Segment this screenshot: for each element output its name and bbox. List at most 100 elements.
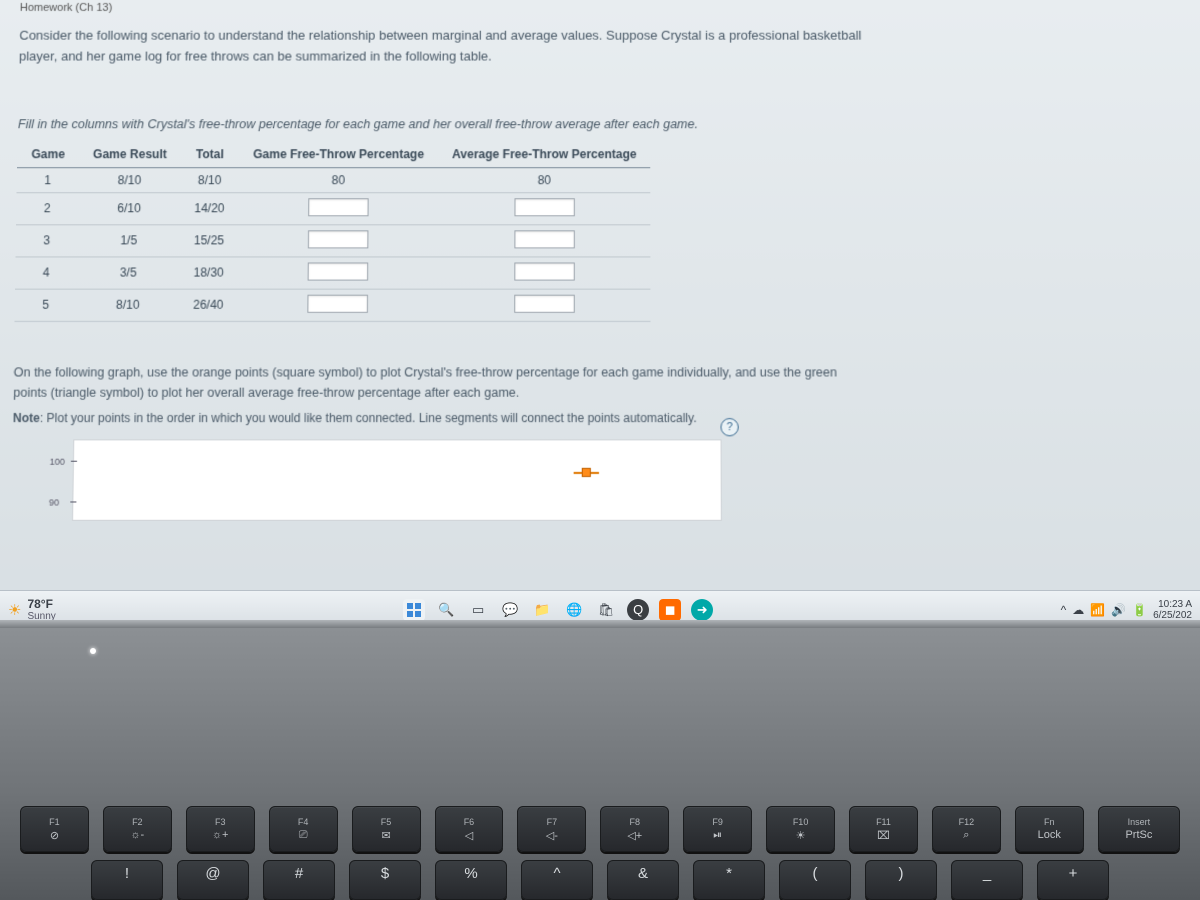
- col-game: Game: [17, 141, 79, 167]
- input-avg-pct-2[interactable]: [514, 198, 574, 216]
- key-f2[interactable]: F2☼-: [103, 806, 172, 852]
- col-result: Game Result: [79, 141, 181, 167]
- key-3[interactable]: #: [263, 860, 335, 900]
- plot-canvas[interactable]: ? 100 90: [72, 439, 722, 520]
- graph-instruction-line-2: points (triangle symbol) to plot her ove…: [13, 385, 519, 399]
- graph-instruction: On the following graph, use the orange p…: [13, 362, 1187, 403]
- battery-icon[interactable]: 🔋: [1132, 603, 1147, 617]
- table-header-row: Game Game Result Total Game Free-Throw P…: [17, 141, 651, 167]
- table-row: 3 1/5 15/25: [16, 224, 651, 256]
- volume-up-icon: ◁+: [627, 829, 642, 842]
- cell-game: 3: [16, 224, 78, 256]
- key-fn-lock[interactable]: FnLock: [1015, 806, 1084, 852]
- key-f5[interactable]: F5✉: [352, 806, 421, 852]
- input-game-pct-3[interactable]: [308, 230, 369, 248]
- key-equals[interactable]: +: [1037, 860, 1109, 900]
- note-label: Note: [13, 411, 40, 425]
- task-view-button[interactable]: ▭: [467, 599, 489, 621]
- col-avg-pct: Average Free-Throw Percentage: [438, 141, 651, 167]
- key-8[interactable]: *: [693, 860, 765, 900]
- graph-instruction-line-1: On the following graph, use the orange p…: [14, 365, 837, 379]
- play-pause-icon: ⏯: [713, 829, 722, 842]
- input-avg-pct-4[interactable]: [514, 262, 575, 280]
- intro-line-1: Consider the following scenario to under…: [19, 28, 861, 43]
- input-game-pct-5[interactable]: [307, 294, 368, 312]
- key-f1[interactable]: F1⊘: [20, 806, 89, 852]
- mute-icon: ◁: [465, 829, 473, 842]
- taskbar-clock[interactable]: 10:23 A 6/25/202: [1153, 599, 1192, 621]
- app-button-teal[interactable]: ➜: [691, 599, 713, 621]
- volume-down-icon: ◁-: [546, 829, 558, 842]
- key-7[interactable]: &: [607, 860, 679, 900]
- key-f9[interactable]: F9⏯: [683, 806, 752, 852]
- task-view-icon: ▭: [472, 602, 484, 618]
- orange-square-point-tool[interactable]: [573, 468, 599, 476]
- y-tick-mark: [70, 501, 76, 502]
- key-1[interactable]: !: [91, 860, 163, 900]
- volume-icon[interactable]: 🔊: [1111, 603, 1126, 617]
- app-button-o[interactable]: ◼: [659, 599, 681, 621]
- windows-icon: [406, 602, 422, 618]
- input-avg-pct-3[interactable]: [514, 230, 574, 248]
- cell-total: 26/40: [179, 289, 238, 321]
- taskbar-center: 🔍 ▭ 💬 📁 🌐 🛍 Q ◼ ➜: [56, 599, 1061, 621]
- key-minus[interactable]: _: [951, 860, 1023, 900]
- keyboard-light-icon: ☀: [796, 829, 806, 842]
- cell-game-pct: 80: [239, 167, 438, 192]
- store-icon: 🛍: [598, 602, 615, 618]
- key-6[interactable]: ^: [521, 860, 593, 900]
- help-icon[interactable]: ?: [720, 418, 738, 436]
- input-game-pct-2[interactable]: [308, 198, 369, 216]
- cell-total: 18/30: [179, 257, 238, 289]
- folder-icon: 📁: [534, 602, 550, 618]
- key-f3[interactable]: F3☼+: [186, 806, 255, 852]
- note-text: : Plot your points in the order in which…: [40, 411, 697, 425]
- letter-icon: Q: [633, 602, 643, 617]
- key-insert-prtsc[interactable]: InsertPrtSc: [1098, 806, 1180, 852]
- key-9[interactable]: (: [779, 860, 851, 900]
- store-button[interactable]: 🛍: [595, 599, 617, 621]
- key-f8[interactable]: F8◁+: [600, 806, 669, 852]
- chevron-up-icon[interactable]: ^: [1061, 603, 1067, 617]
- wifi-icon[interactable]: 📶: [1090, 603, 1105, 617]
- key-f11[interactable]: F11⌧: [849, 806, 918, 852]
- file-explorer-button[interactable]: 📁: [531, 599, 553, 621]
- col-game-pct: Game Free-Throw Percentage: [239, 141, 438, 167]
- key-0[interactable]: ): [865, 860, 937, 900]
- key-f4[interactable]: F4⎚: [269, 806, 338, 852]
- key-f6[interactable]: F6◁: [435, 806, 504, 852]
- plot-note: Note: Plot your points in the order in w…: [13, 411, 1187, 425]
- key-f10[interactable]: F10☀: [766, 806, 835, 852]
- start-button[interactable]: [403, 599, 425, 621]
- table-row: 4 3/5 18/30: [15, 257, 651, 289]
- cell-total: 14/20: [180, 192, 239, 224]
- scenario-text: Consider the following scenario to under…: [19, 26, 1181, 67]
- cell-result: 6/10: [78, 192, 180, 224]
- input-avg-pct-5[interactable]: [514, 294, 575, 312]
- search-button[interactable]: 🔍: [435, 599, 457, 621]
- homework-screen: Homework (Ch 13) Consider the following …: [0, 0, 1200, 620]
- brightness-up-icon: ☼+: [212, 829, 229, 841]
- key-f12[interactable]: F12⌕: [932, 806, 1001, 852]
- key-2[interactable]: @: [177, 860, 249, 900]
- cell-total: 15/25: [180, 224, 239, 256]
- laptop-chassis: F1⊘ F2☼- F3☼+ F4⎚ F5✉ F6◁ F7◁- F8◁+ F9⏯ …: [0, 628, 1200, 900]
- key-5[interactable]: %: [435, 860, 507, 900]
- cell-result: 3/5: [77, 257, 180, 289]
- onedrive-icon[interactable]: ☁: [1072, 603, 1084, 617]
- chat-button[interactable]: 💬: [499, 599, 521, 621]
- key-f7[interactable]: F7◁-: [517, 806, 586, 852]
- mail-icon: ✉: [381, 829, 390, 842]
- y-tick-label-100: 100: [50, 456, 65, 466]
- cell-game: 5: [15, 289, 77, 321]
- cell-avg-pct: 80: [438, 167, 651, 192]
- input-game-pct-4[interactable]: [307, 262, 368, 280]
- cell-result: 1/5: [77, 224, 180, 256]
- app-button-q[interactable]: Q: [627, 599, 649, 621]
- edge-button[interactable]: 🌐: [563, 599, 585, 621]
- system-tray[interactable]: ^ ☁ 📶 🔊 🔋 10:23 A 6/25/202: [1061, 599, 1192, 621]
- cell-game: 1: [17, 167, 79, 192]
- number-key-row: ! @ # $ % ^ & * ( ) _ +: [0, 860, 1200, 900]
- taskbar-weather[interactable]: ☀ 78°F Sunny: [8, 597, 56, 622]
- key-4[interactable]: $: [349, 860, 421, 900]
